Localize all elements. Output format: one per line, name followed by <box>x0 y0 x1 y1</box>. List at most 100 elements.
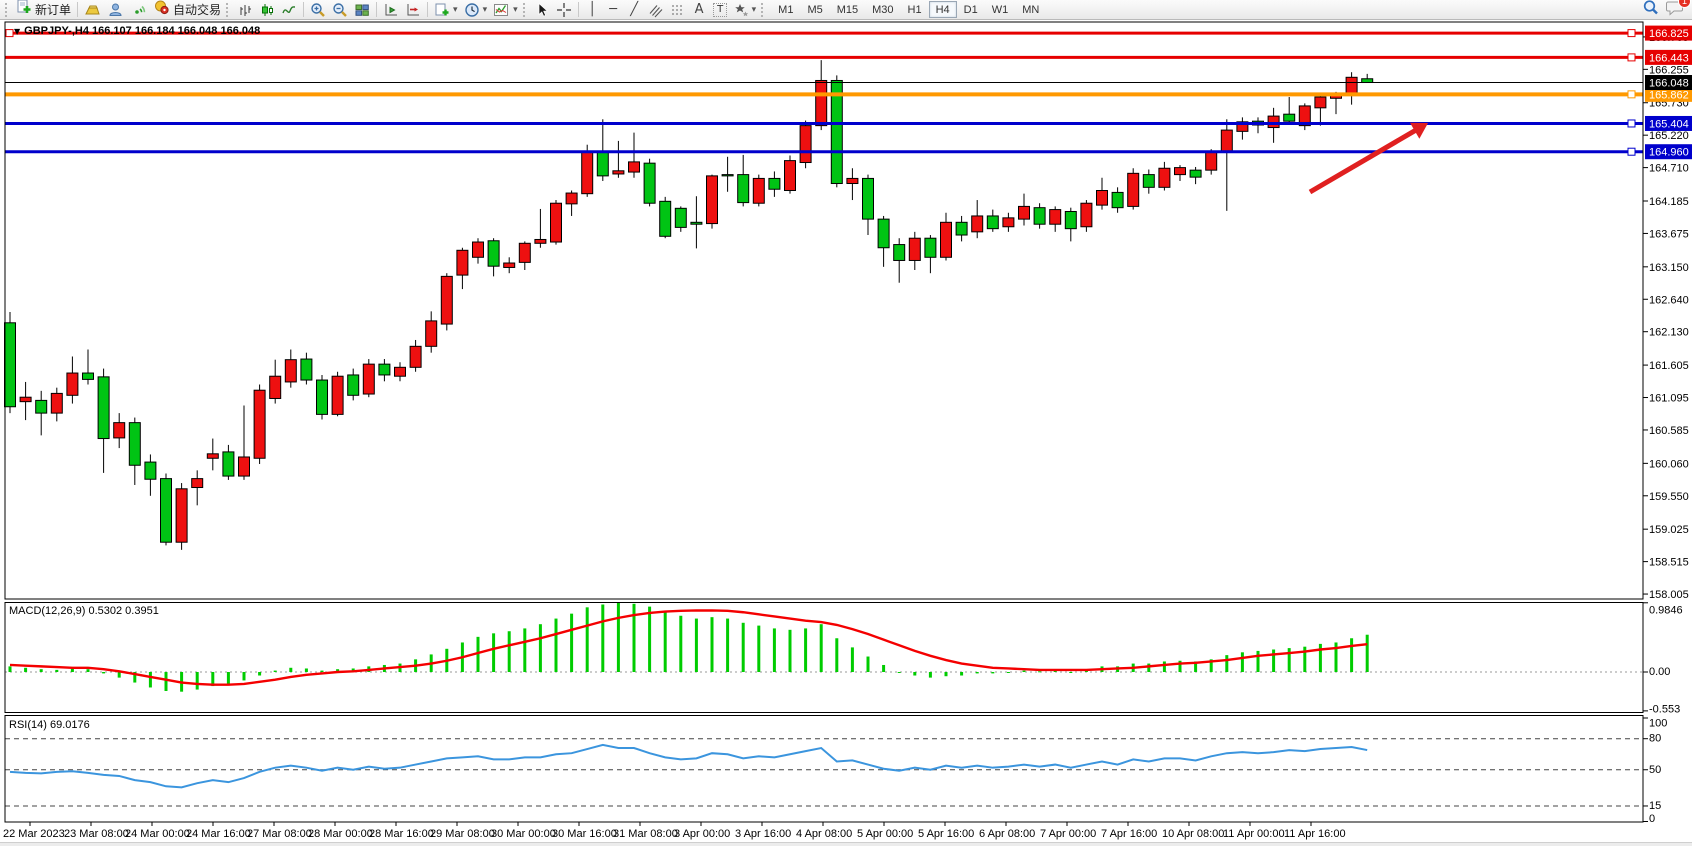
timeframe-m15[interactable]: M15 <box>830 1 865 18</box>
toolbar-grip[interactable] <box>761 3 765 17</box>
rsi-label: RSI(14) 69.0176 <box>9 719 90 731</box>
candle-body <box>878 219 889 248</box>
gold-bar-icon <box>84 2 101 18</box>
new-order-button[interactable]: 新订单 <box>13 1 74 19</box>
auto-trading-icon <box>153 0 170 20</box>
chart-shift-button[interactable] <box>402 1 424 19</box>
macd-histogram-bar <box>1007 672 1010 673</box>
macd-histogram-bar <box>196 672 199 690</box>
macd-histogram-bar <box>71 668 74 672</box>
line-chart-icon <box>281 2 297 18</box>
channel-tool-button[interactable] <box>645 1 667 19</box>
timeframe-h1[interactable]: H1 <box>901 1 929 18</box>
line-chart-button[interactable] <box>278 1 300 19</box>
vertical-line-tool-button[interactable]: │ <box>582 1 603 19</box>
symbol-marker-icon[interactable]: ▼ <box>14 27 20 36</box>
candle-body <box>457 250 468 275</box>
label-tool-button[interactable]: T <box>710 1 731 19</box>
zoom-in-icon <box>310 2 326 18</box>
new-chart-icon <box>434 2 450 18</box>
macd-histogram-bar <box>165 672 168 691</box>
toolbar-grip[interactable] <box>226 3 230 17</box>
chat-button[interactable]: 1 <box>1666 0 1685 21</box>
vertical-line-icon: │ <box>588 2 596 18</box>
candle-body <box>582 151 593 194</box>
date-label: 7 Apr 16:00 <box>1101 828 1157 840</box>
candle-body <box>800 126 811 163</box>
label-tool-icon: T <box>713 3 727 17</box>
timeframe-w1[interactable]: W1 <box>985 1 1016 18</box>
toolbar-grip[interactable] <box>523 3 527 17</box>
cursor-tool-button[interactable] <box>531 1 553 19</box>
chart-shift-icon <box>405 2 421 18</box>
price-tick-label: 161.095 <box>1649 393 1689 405</box>
candlestick-chart-button[interactable] <box>256 1 278 19</box>
bar-chart-icon <box>237 2 253 18</box>
status-bar <box>0 842 1692 846</box>
periods-button[interactable]: ▾ <box>461 1 491 19</box>
macd-panel-border <box>5 603 1643 713</box>
macd-histogram-bar <box>1257 651 1260 672</box>
signal-icon <box>130 2 147 18</box>
candle-body <box>816 80 827 125</box>
candle-body <box>551 203 562 242</box>
macd-histogram-bar <box>976 672 979 673</box>
signal-button[interactable] <box>127 1 150 19</box>
timeframe-d1[interactable]: D1 <box>957 1 985 18</box>
rsi-line <box>10 745 1367 787</box>
trendline-tool-button[interactable]: ╱ <box>624 1 645 19</box>
arrows-icon <box>734 2 749 18</box>
arrows-tool-button[interactable]: ▾ <box>731 1 760 19</box>
candle-body <box>1315 97 1326 108</box>
horizontal-line-tool-button[interactable]: ─ <box>603 1 624 19</box>
gold-button[interactable] <box>81 1 104 19</box>
zoom-in-button[interactable] <box>307 1 329 19</box>
auto-scroll-button[interactable] <box>380 1 402 19</box>
macd-histogram-bar <box>835 638 838 672</box>
auto-scroll-icon <box>383 2 399 18</box>
timeframe-m1[interactable]: M1 <box>771 1 800 18</box>
date-label: 7 Apr 00:00 <box>1040 828 1096 840</box>
candle-body <box>348 375 359 395</box>
dropdown-caret-icon: ▾ <box>483 2 488 18</box>
timeframe-m5[interactable]: M5 <box>800 1 829 18</box>
arrow-annotation <box>1310 128 1419 192</box>
new-chart-button[interactable]: ▾ <box>431 1 461 19</box>
macd-histogram-bar <box>102 672 105 673</box>
timeframe-mn[interactable]: MN <box>1015 1 1046 18</box>
tile-windows-button[interactable] <box>351 1 373 19</box>
candle-body <box>67 373 78 395</box>
candle-body <box>1034 208 1045 225</box>
candle-body <box>1175 168 1186 175</box>
macd-histogram-bar <box>664 612 667 672</box>
bid-price-label: 166.048 <box>1649 78 1689 90</box>
zoom-out-button[interactable] <box>329 1 351 19</box>
timeframe-h4[interactable]: H4 <box>929 1 957 18</box>
toolbar-grip[interactable] <box>5 3 9 17</box>
bar-chart-button[interactable] <box>234 1 256 19</box>
macd-histogram-bar <box>789 630 792 672</box>
crosshair-tool-button[interactable] <box>553 1 575 19</box>
chart-canvas[interactable]: 166.765166.255165.730165.220164.710164.1… <box>0 0 1692 846</box>
search-button[interactable] <box>1642 0 1660 21</box>
macd-histogram-bar <box>1366 635 1369 672</box>
auto-trading-button[interactable]: 自动交易 <box>150 1 224 19</box>
hline-handle <box>1628 120 1635 127</box>
new-order-icon <box>16 0 32 20</box>
rsi-tick-label: 50 <box>1649 764 1661 776</box>
macd-histogram-bar <box>118 672 121 678</box>
candlestick-chart-icon <box>259 2 275 18</box>
candle-body <box>1221 130 1232 152</box>
timeframe-m30[interactable]: M30 <box>865 1 900 18</box>
macd-histogram-bar <box>991 672 994 673</box>
rsi-tick-label: 100 <box>1649 718 1667 730</box>
macd-histogram-bar <box>1147 664 1150 672</box>
text-tool-button[interactable]: A <box>689 1 710 19</box>
hline-price-label: 166.825 <box>1649 28 1689 40</box>
indicators-button[interactable]: ▾ <box>490 1 521 19</box>
candle-body <box>1206 152 1217 170</box>
macd-histogram-bar <box>695 619 698 672</box>
macd-histogram-bar <box>929 672 932 678</box>
community-button[interactable] <box>104 1 127 19</box>
fibonacci-tool-button[interactable] <box>667 1 689 19</box>
